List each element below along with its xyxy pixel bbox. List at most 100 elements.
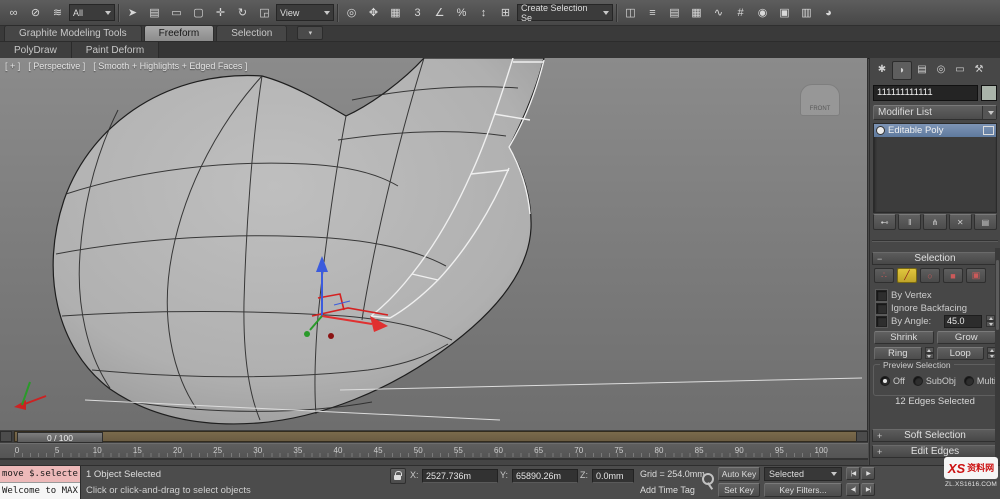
spinner-snap-icon[interactable]: ↕ [473, 2, 494, 23]
viewport-canvas[interactable] [0, 58, 868, 430]
schematic-view-icon[interactable]: # [730, 2, 751, 23]
select-and-rotate-icon[interactable]: ↻ [232, 2, 253, 23]
previous-frame-button[interactable]: ◀| [846, 483, 860, 496]
edge-mode-icon[interactable]: ╱ [897, 268, 917, 283]
snap-toggle-3d-icon[interactable]: 3 [407, 2, 428, 23]
polydraw-panel-button[interactable]: PolyDraw [0, 42, 72, 58]
keying-set-dropdown[interactable]: Selected [764, 467, 842, 481]
configure-modifier-sets-icon[interactable]: ▤ [973, 214, 998, 230]
auto-key-button[interactable]: Auto Key [718, 467, 760, 481]
element-mode-icon[interactable]: ▣ [966, 268, 986, 283]
render-production-icon[interactable]: ◕ [818, 2, 839, 23]
keyboard-shortcut-override-icon[interactable]: ▦ [385, 2, 406, 23]
play-button[interactable]: ▶ [861, 467, 875, 480]
timeline-left-button[interactable] [0, 431, 12, 442]
select-and-move-icon[interactable]: ✛ [210, 2, 231, 23]
shrink-button[interactable]: Shrink [874, 331, 934, 344]
utilities-tab-icon[interactable]: ⚒ [970, 61, 988, 78]
timeline-right-button[interactable] [856, 431, 868, 442]
bind-to-space-warp-icon[interactable]: ≋ [47, 2, 68, 23]
ignore-backfacing-checkbox[interactable] [876, 302, 887, 314]
pin-stack-icon[interactable]: ⊷ [873, 214, 897, 230]
go-to-start-button[interactable]: |◀ [846, 467, 860, 480]
select-and-link-icon[interactable]: ∞ [3, 2, 24, 23]
preview-off-radio[interactable] [880, 376, 890, 386]
unlink-selection-icon[interactable]: ⊘ [25, 2, 46, 23]
selection-lock-icon[interactable] [390, 468, 406, 484]
by-vertex-checkbox[interactable] [876, 289, 887, 301]
tab-selection[interactable]: Selection [216, 25, 288, 41]
vertex-mode-icon[interactable]: ∴ [874, 268, 894, 283]
edit-named-selection-sets-icon[interactable]: ⊞ [495, 2, 516, 23]
grow-button[interactable]: Grow [936, 331, 996, 344]
percent-snap-icon[interactable]: % [451, 2, 472, 23]
layer-manager-icon[interactable]: ▤ [664, 2, 685, 23]
modifier-list-dropdown[interactable]: Modifier List [873, 105, 997, 120]
show-end-result-icon[interactable]: ‖ [898, 214, 922, 230]
select-and-manipulate-icon[interactable]: ✥ [363, 2, 384, 23]
selection-filter-dropdown[interactable]: All [69, 4, 115, 21]
time-slider-handle[interactable]: 0 / 100 [17, 432, 103, 443]
window-crossing-icon[interactable]: ▢ [188, 2, 209, 23]
reference-coordinate-dropdown[interactable]: View [276, 4, 334, 21]
border-mode-icon[interactable]: ○ [920, 268, 940, 283]
y-coord-field[interactable]: 65890.26m [512, 469, 578, 483]
set-key-button[interactable]: Set Key [718, 483, 760, 497]
time-slider-track[interactable]: 0 / 100 [14, 431, 858, 443]
tab-freeform[interactable]: Freeform [143, 25, 215, 41]
viewcube[interactable]: FRONT [800, 84, 840, 116]
timeline-ruler[interactable]: 0 5 10 15 20 25 30 35 40 45 50 55 60 65 70 75 80 85 90 95 10… [0, 443, 868, 460]
display-tab-icon[interactable]: ▭ [951, 61, 969, 78]
ring-spinner[interactable] [924, 347, 934, 359]
make-unique-icon[interactable]: ⋔ [923, 214, 947, 230]
add-time-tag-button[interactable]: Add Time Tag [640, 485, 695, 495]
by-angle-checkbox[interactable] [876, 315, 887, 327]
select-object-icon[interactable]: ➤ [122, 2, 143, 23]
modifier-stack[interactable]: Editable Poly [873, 123, 997, 213]
rectangular-selection-region-icon[interactable]: ▭ [166, 2, 187, 23]
remove-modifier-icon[interactable]: ✕ [948, 214, 972, 230]
align-icon[interactable]: ≡ [642, 2, 663, 23]
preview-subobj-radio[interactable] [912, 376, 923, 386]
render-setup-icon[interactable]: ▣ [774, 2, 795, 23]
polygon-mode-icon[interactable]: ■ [943, 268, 963, 283]
material-editor-icon[interactable]: ◉ [752, 2, 773, 23]
rendered-frame-window-icon[interactable]: ▥ [796, 2, 817, 23]
key-filters-button[interactable]: Key Filters... [764, 483, 842, 497]
select-by-name-icon[interactable]: ▤ [144, 2, 165, 23]
maxscript-mini-listener[interactable]: move $.selecte Welcome to MAX [0, 466, 81, 499]
go-to-end-button[interactable]: ▶| [861, 483, 875, 496]
curve-editor-icon[interactable]: ∿ [708, 2, 729, 23]
z-coord-field[interactable]: 0.0mm [592, 469, 634, 483]
viewport-shading-menu[interactable]: [ Smooth + Highlights + Edged Faces ] [93, 61, 247, 71]
hierarchy-tab-icon[interactable]: ▤ [913, 61, 931, 78]
viewport-pov-menu[interactable]: [ Perspective ] [28, 61, 85, 71]
select-and-scale-icon[interactable]: ◲ [254, 2, 275, 23]
panel-scrollbar[interactable] [995, 248, 1000, 465]
object-color-swatch[interactable] [981, 85, 997, 101]
named-selection-set-combo[interactable]: Create Selection Se [517, 3, 613, 23]
ring-button[interactable]: Ring [874, 347, 922, 360]
by-angle-spinner[interactable] [986, 315, 995, 327]
tab-graphite-modeling-tools[interactable]: Graphite Modeling Tools [4, 25, 142, 41]
graphite-ribbon-toggle-icon[interactable]: ▦ [686, 2, 707, 23]
mirror-icon[interactable]: ◫ [620, 2, 641, 23]
angle-snap-icon[interactable]: ∠ [429, 2, 450, 23]
use-pivot-center-icon[interactable]: ◎ [341, 2, 362, 23]
by-angle-field[interactable]: 45.0 [944, 314, 982, 328]
set-keys-icon[interactable] [700, 473, 716, 491]
listener-output-line[interactable]: Welcome to MAX [0, 483, 80, 499]
x-coord-field[interactable]: 2527.736m [422, 469, 498, 483]
stack-item-editable-poly[interactable]: Editable Poly [874, 124, 996, 137]
preview-multi-radio[interactable] [963, 376, 974, 386]
motion-tab-icon[interactable]: ◎ [932, 61, 950, 78]
rollout-selection[interactable]: − Selection [872, 252, 998, 265]
loop-button[interactable]: Loop [936, 347, 984, 360]
viewport-plus-menu[interactable]: [ + ] [5, 61, 20, 71]
object-name-field[interactable]: 111111111111 [873, 85, 978, 101]
ribbon-minimize-icon[interactable]: ▾ [297, 26, 324, 40]
create-tab-icon[interactable]: ✱ [873, 61, 891, 78]
modify-tab-icon[interactable]: ◗ [892, 61, 912, 80]
paint-deform-panel-button[interactable]: Paint Deform [71, 42, 160, 58]
perspective-viewport[interactable]: [ + ] [ Perspective ] [ Smooth + Highlig… [0, 58, 868, 430]
